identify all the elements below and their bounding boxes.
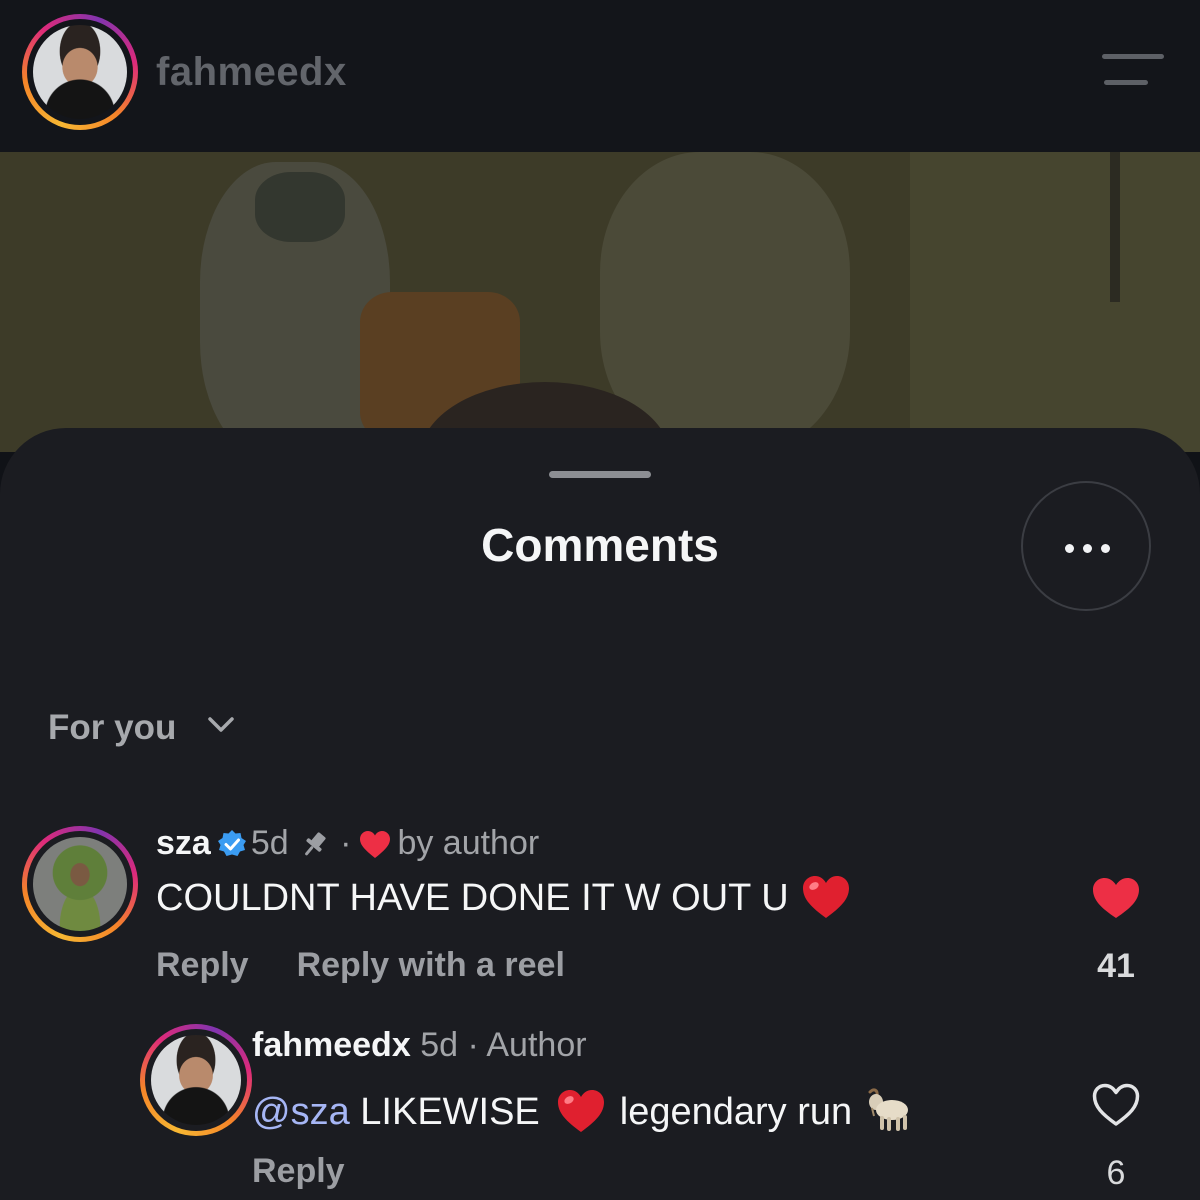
red-heart-emoji-icon xyxy=(557,1090,604,1132)
ellipsis-icon xyxy=(1065,544,1074,553)
comment-meta: sza 5d · by author xyxy=(156,824,539,863)
like-heart-filled-icon[interactable] xyxy=(1091,876,1141,920)
story-avatar[interactable] xyxy=(22,14,138,130)
comments-sheet: Comments For you sza 5d · by author COUL… xyxy=(0,428,1200,1200)
avatar-image xyxy=(151,1035,241,1125)
author-badge: Author xyxy=(486,1026,587,1064)
comment-username[interactable]: sza xyxy=(156,824,211,862)
header-username[interactable]: fahmeedx xyxy=(156,50,347,95)
like-heart-outline-icon[interactable] xyxy=(1091,1082,1141,1128)
verified-badge-icon xyxy=(217,830,246,856)
sort-dropdown-label[interactable]: For you xyxy=(48,708,176,748)
dot-separator: · xyxy=(340,824,352,862)
like-count: 6 xyxy=(1106,1154,1126,1192)
dot-separator: · xyxy=(467,1026,479,1064)
goat-emoji-icon xyxy=(868,1088,909,1131)
hamburger-menu-icon[interactable] xyxy=(1102,54,1166,88)
comment-time: 5d xyxy=(250,824,289,862)
reply-time: 5d xyxy=(420,1026,459,1064)
like-count: 41 xyxy=(1097,947,1135,985)
red-heart-emoji-icon xyxy=(802,876,849,918)
avatar-image xyxy=(33,837,127,931)
reel-video-background xyxy=(0,152,1200,452)
reply-meta: fahmeedx 5d · Author xyxy=(252,1026,587,1065)
chevron-down-icon[interactable] xyxy=(207,715,235,735)
sheet-title: Comments xyxy=(481,519,719,571)
mention-link[interactable]: @sza xyxy=(252,1091,350,1133)
liked-by-author-label: by author xyxy=(397,824,540,862)
comment-actions: Reply Reply with a reel xyxy=(156,946,565,985)
reply-text: @sza LIKEWISE legendary run xyxy=(252,1086,912,1134)
liked-by-author-heart-icon xyxy=(360,831,391,858)
reply-avatar[interactable] xyxy=(140,1024,252,1136)
reply-button[interactable]: Reply xyxy=(252,1152,345,1190)
sheet-drag-handle[interactable] xyxy=(549,471,651,478)
pin-icon xyxy=(304,832,326,856)
reply-actions: Reply xyxy=(252,1152,345,1191)
comment-text: COULDNT HAVE DONE IT W OUT U xyxy=(156,874,851,920)
avatar-image xyxy=(33,25,127,119)
reply-username[interactable]: fahmeedx xyxy=(252,1026,411,1064)
more-options-button[interactable] xyxy=(1021,481,1151,611)
reply-button[interactable]: Reply xyxy=(156,946,249,984)
comment-avatar[interactable] xyxy=(22,826,138,942)
reply-with-reel-button[interactable]: Reply with a reel xyxy=(297,946,565,984)
profile-header: fahmeedx xyxy=(0,0,1200,152)
